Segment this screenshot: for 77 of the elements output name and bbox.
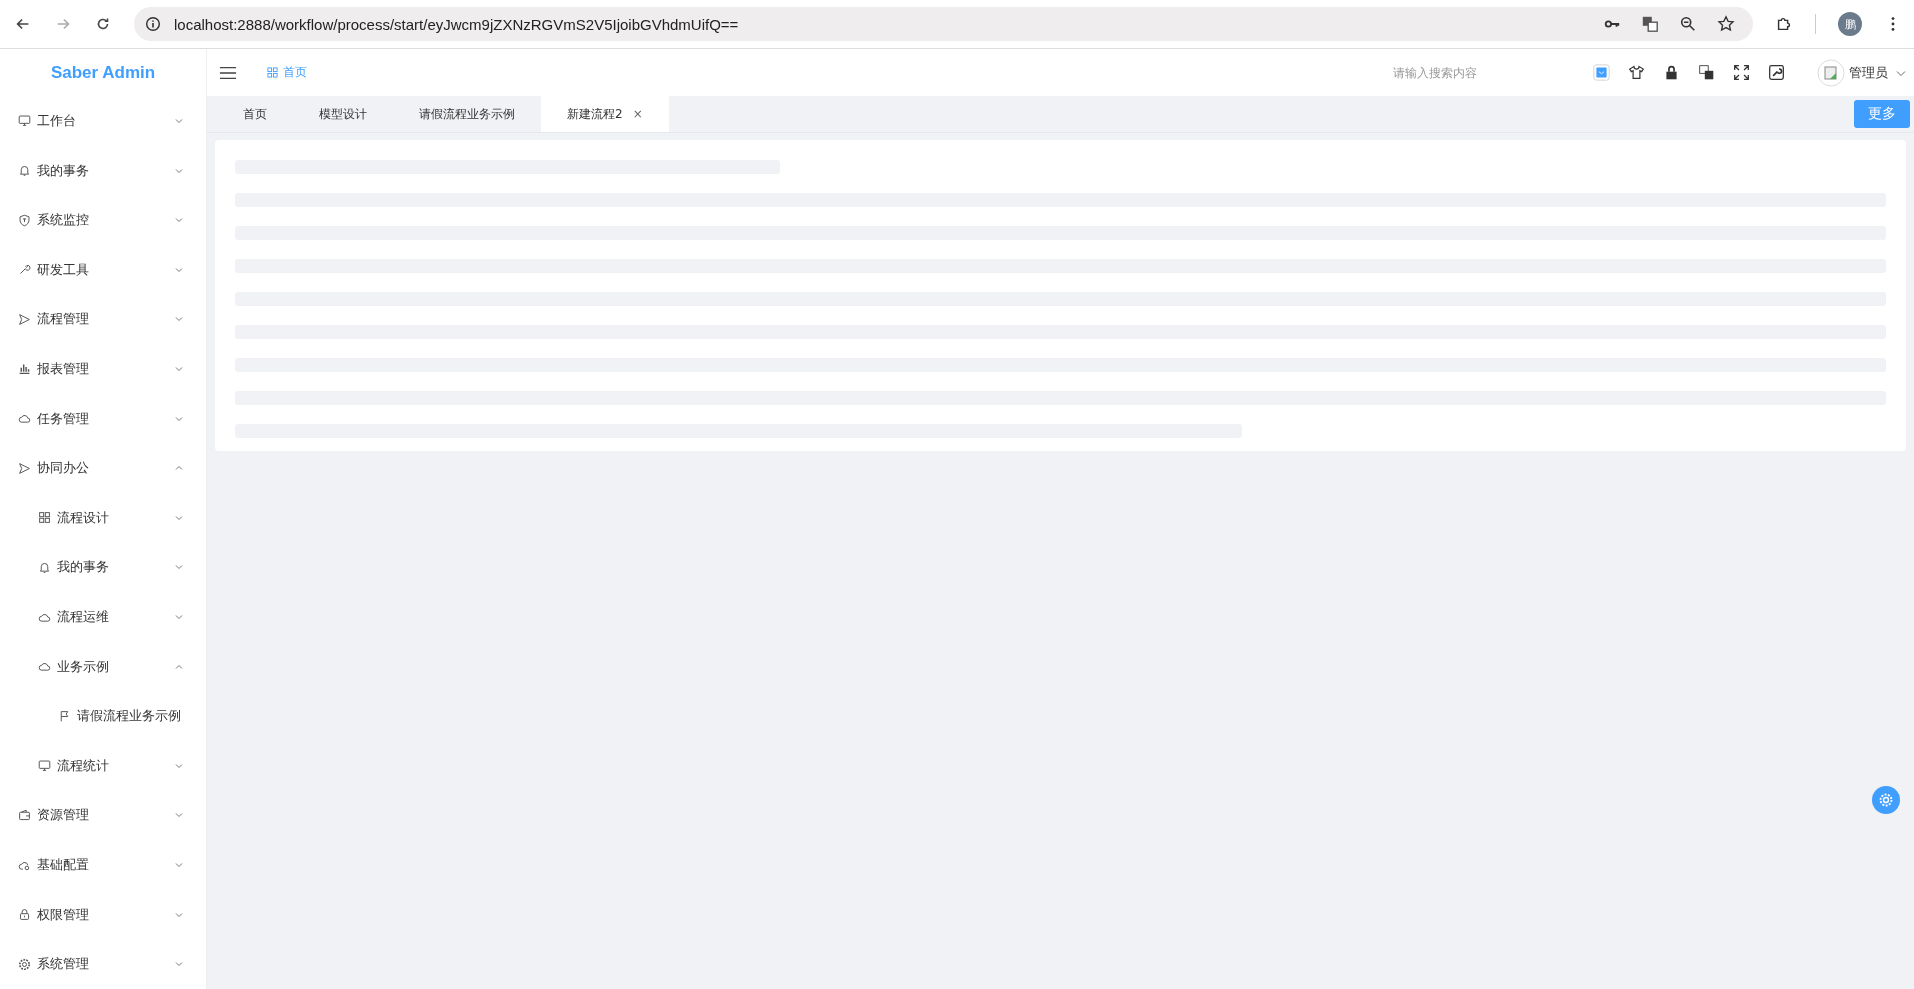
sidebar-item[interactable]: 请假流程业务示例	[0, 691, 206, 742]
menu-icon[interactable]	[219, 64, 237, 81]
page-tab[interactable]: 首页	[217, 96, 293, 132]
cloud-icon	[18, 412, 31, 426]
wallet-icon	[18, 808, 31, 822]
sidebar-item[interactable]: 协同办公	[0, 443, 206, 493]
settings-icon[interactable]	[1872, 786, 1900, 814]
page-tab[interactable]: 模型设计	[293, 96, 393, 132]
info-icon[interactable]	[144, 15, 162, 33]
sidebar-item[interactable]: 资源管理	[0, 790, 206, 841]
menu-label: 流程管理	[37, 310, 90, 329]
menu-label: 报表管理	[37, 360, 90, 378]
menu-label: 系统管理	[37, 955, 90, 974]
sidebar-item[interactable]: 基础配置	[0, 840, 206, 890]
bell-icon	[38, 560, 51, 574]
sidebar-item[interactable]: 系统管理	[0, 939, 206, 989]
shirt-icon[interactable]	[1628, 64, 1645, 81]
theme-toggle-icon[interactable]	[1593, 64, 1610, 81]
sidebar-item[interactable]: 研发工具	[0, 244, 206, 295]
gear-icon	[18, 957, 31, 971]
puzzle-icon[interactable]	[1775, 15, 1793, 33]
monitor-icon	[18, 114, 31, 128]
sidebar-item[interactable]: 流程设计	[0, 493, 206, 543]
menu-label: 业务示例	[57, 657, 110, 676]
menu-label: 资源管理	[37, 806, 90, 825]
user-avatar[interactable]	[1817, 58, 1845, 87]
chart-icon	[18, 362, 31, 376]
close-icon[interactable]: ×	[632, 107, 643, 121]
menu-label: 协同办公	[37, 459, 90, 478]
chevron-icon	[174, 364, 184, 374]
sidebar-item[interactable]: 流程运维	[0, 592, 206, 642]
monitor-icon	[38, 759, 51, 773]
sidebar-item[interactable]: 我的事务	[0, 145, 206, 196]
sidebar-item[interactable]: 工作台	[0, 96, 206, 146]
flag-icon	[58, 709, 71, 723]
sidebar-item[interactable]: 流程管理	[0, 294, 206, 345]
menu-label: 流程统计	[57, 756, 110, 775]
sidebar-item[interactable]: 报表管理	[0, 344, 206, 394]
search-field[interactable]: 请输入搜索内容	[1391, 64, 1545, 81]
user-name[interactable]: 管理员	[1849, 63, 1888, 82]
profile-avatar[interactable]: 鹏	[1838, 12, 1862, 36]
menu-label: 权限管理	[37, 905, 90, 924]
lock-icon	[18, 908, 31, 922]
translate-icon[interactable]	[1641, 15, 1659, 33]
sidebar-item[interactable]: 系统监控	[0, 195, 206, 245]
menu-label: 请假流程业务示例	[77, 707, 182, 726]
language-icon[interactable]	[1698, 64, 1715, 81]
zoom-out-icon[interactable]	[1679, 15, 1697, 33]
menu-label: 基础配置	[37, 856, 90, 875]
sidebar-item[interactable]: 流程统计	[0, 741, 206, 791]
grid-icon	[38, 511, 51, 525]
fullscreen-icon[interactable]	[1733, 64, 1750, 81]
menu-label: 任务管理	[37, 409, 90, 428]
menu-label: 工作台	[37, 111, 77, 130]
page-tab[interactable]: 请假流程业务示例	[393, 96, 541, 132]
send-icon	[18, 461, 31, 475]
grid-icon	[267, 67, 278, 78]
menu-label: 研发工具	[37, 260, 90, 279]
menu-label: 系统监控	[37, 211, 90, 230]
bell-icon	[18, 164, 31, 178]
send-icon	[18, 312, 31, 326]
sidebar-item[interactable]: 我的事务	[0, 542, 206, 593]
sidebar-item[interactable]: 任务管理	[0, 393, 206, 444]
star-icon[interactable]	[1717, 15, 1735, 33]
url-text: localhost:2888/workflow/process/start/eyJwcm9jZXNzRGVmS2V5IjoibGVhdmUifQ==	[174, 15, 739, 33]
menu-label: 我的事务	[57, 558, 110, 577]
menu-label: 流程运维	[57, 608, 110, 627]
cloud-icon	[38, 660, 51, 674]
sidebar-item[interactable]: 权限管理	[0, 889, 206, 940]
app-logo: Saber Admin	[49, 61, 157, 84]
address-bar[interactable]: localhost:2888/workflow/process/start/eyJwcm9jZXNzRGVmS2V5IjoibGVhdmUifQ==	[134, 7, 1753, 41]
shield-icon	[18, 213, 31, 227]
menu-label: 我的事务	[37, 161, 90, 180]
page-tab[interactable]: 新建流程2 ×	[541, 96, 669, 132]
sidebar-item[interactable]: 业务示例	[0, 641, 206, 692]
menu-label: 流程设计	[57, 508, 110, 527]
lock-icon[interactable]	[1663, 64, 1680, 81]
